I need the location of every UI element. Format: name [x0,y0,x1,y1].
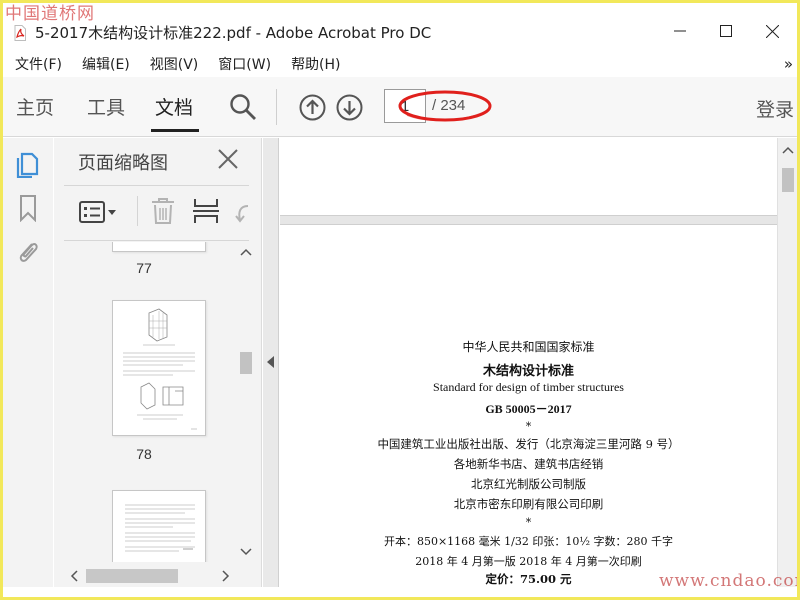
tab-tools[interactable]: 工具 [87,93,125,120]
doc-line-edition: 2018 年 4 月第一版 2018 年 4 月第一次印刷 [415,555,642,568]
close-panel-icon[interactable] [217,148,239,170]
scrollbar-thumb[interactable] [86,569,178,583]
previous-page [280,138,777,216]
app-window: 中国道桥网 5-2017木结构设计标准222.pdf - Adobe Acrob… [0,0,800,600]
panel-collapse-strip[interactable] [263,138,279,587]
scroll-right-icon[interactable] [222,570,230,582]
menu-bar: 文件(F) 编辑(E) 视图(V) 窗口(W) 帮助(H) » [3,51,797,77]
panel-divider [64,185,249,186]
active-tab-indicator [151,129,199,132]
maximize-button[interactable] [703,15,749,47]
thumbnail-list: 77 78 [54,242,234,562]
pdf-file-icon [14,25,26,41]
doc-line-plate-maker: 北京红光制版公司制版 [471,477,586,491]
arrow-up-circle-icon[interactable] [299,94,326,121]
scroll-left-icon[interactable] [70,570,78,582]
navigation-rail [3,138,53,587]
doc-line-title: 木结构设计标准 [482,364,574,379]
thumbnail-scrollbar[interactable] [236,242,256,564]
doc-line-separator: * [525,516,532,529]
doc-line-format: 开本：850×1168 毫米 1/32 印张：10½ 字数：280 千字 [383,535,674,548]
minimize-button[interactable] [657,15,703,47]
thumbnail-page-79[interactable] [112,490,206,562]
search-icon[interactable] [229,93,257,121]
thumbnail-content [123,308,197,430]
maximize-icon [720,25,732,37]
scroll-up-icon[interactable] [782,146,794,154]
document-view[interactable]: 中华人民共和国国家标准 木结构设计标准 Standard for design … [280,138,777,587]
toolbar-divider [276,89,277,125]
scrollbar-thumb[interactable] [240,352,252,374]
close-window-button[interactable] [749,15,795,47]
panel-title: 页面缩略图 [78,153,168,174]
panel-divider [64,240,249,241]
menu-window[interactable]: 窗口(W) [218,54,271,74]
doc-line-code: GB 50005－2017 [485,402,572,416]
tab-home[interactable]: 主页 [16,93,54,120]
menu-edit[interactable]: 编辑(E) [82,54,130,74]
toolbar-divider [137,196,138,226]
minimize-icon [674,30,686,32]
thumbnail-label: 77 [136,260,152,276]
thumbnail-options-icon[interactable] [78,198,120,226]
rotate-icon[interactable] [232,198,250,226]
doc-line-english-title: Standard for design of timber structures [433,380,624,394]
insert-page-icon[interactable] [192,196,220,226]
doc-line-separator: * [525,420,532,433]
thumbnail-horizontal-scrollbar[interactable] [64,566,236,584]
arrow-down-circle-icon[interactable] [336,94,363,121]
tab-document[interactable]: 文档 [155,93,193,120]
scroll-up-icon[interactable] [240,248,252,256]
watermark-bottom: www.cndao.com [659,571,800,591]
close-icon [765,24,779,38]
title-bar: 中国道桥网 5-2017木结构设计标准222.pdf - Adobe Acrob… [3,3,797,47]
trash-icon[interactable] [150,196,176,226]
window-title: 5-2017木结构设计标准222.pdf - Adobe Acrobat Pro… [35,24,432,42]
doc-line-distributor: 各地新华书店、建筑书店经销 [453,457,604,471]
bookmark-icon[interactable] [15,194,41,222]
main-toolbar: 主页 工具 文档 / 234 登录 [3,77,797,137]
menu-file[interactable]: 文件(F) [15,54,62,74]
thumbnail-page-78[interactable] [112,300,206,436]
scroll-down-icon[interactable] [240,548,252,556]
highlight-ellipse-annotation [398,90,492,122]
doc-line-printer: 北京市密东印刷有限公司印刷 [453,497,604,511]
collapse-panel-icon[interactable] [267,356,275,368]
login-button[interactable]: 登录 [756,95,794,122]
thumbnail-content [125,504,195,552]
document-scrollbar[interactable] [777,138,797,587]
thumbnail-page-77[interactable] [112,242,206,252]
menu-overflow-icon[interactable]: » [784,55,793,73]
menu-help[interactable]: 帮助(H) [291,54,340,74]
thumbnail-panel: 页面缩略图 77 78 [54,138,262,587]
doc-line-standard-type: 中华人民共和国国家标准 [462,340,595,354]
page-thumbnails-icon[interactable] [15,150,41,178]
watermark-top: 中国道桥网 [5,4,95,24]
menu-view[interactable]: 视图(V) [150,54,199,74]
scrollbar-thumb[interactable] [782,168,794,192]
thumbnail-label: 78 [136,446,152,462]
doc-line-publisher: 中国建筑工业出版社出版、发行（北京海淀三里河路 9 号） [377,437,680,451]
paperclip-icon[interactable] [15,238,41,266]
